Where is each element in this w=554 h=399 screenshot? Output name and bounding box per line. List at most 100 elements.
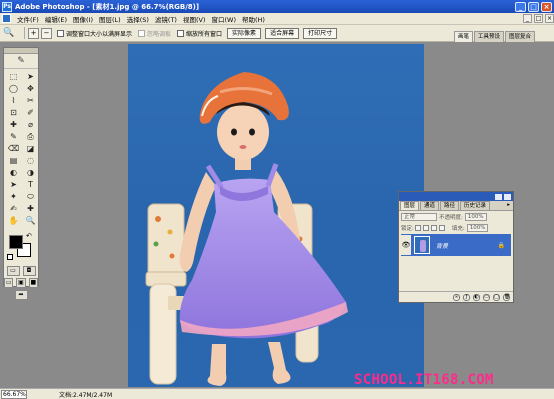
palette-menu-arrow-icon[interactable]: ▸ bbox=[504, 201, 513, 210]
menu-help[interactable]: 帮助(H) bbox=[239, 14, 268, 24]
resize-windows-checkbox[interactable]: 调整窗口大小以满屏显示 bbox=[57, 29, 132, 38]
ignore-palettes-checkbox[interactable]: 忽略调板 bbox=[138, 29, 171, 38]
lock-position-icon[interactable] bbox=[430, 224, 437, 231]
menu-file[interactable]: 文件(F) bbox=[14, 14, 42, 24]
actual-pixels-button[interactable]: 实际像素 bbox=[227, 27, 262, 39]
zoom-tool-icon[interactable]: 🔍 bbox=[3, 27, 21, 39]
gradient-tool-icon[interactable]: ◪ bbox=[23, 143, 38, 154]
edit-modes: ▭ ◘ bbox=[4, 266, 38, 276]
toolbox: ✎ ⬚ ➤ ◯ ✥ ⌇ ✂ ⊡ ✐ ✚ ⌀ ✎ ⎙ ⌫ ◪ ▤ ◌ ◐ ◑ ➤ T ✦ ⬭ ✍ ✚ ✋ 🔍 ↶ ▭ ◘ ▭ ▣ ■… bbox=[3, 47, 39, 300]
doc-close-button[interactable]: × bbox=[545, 14, 554, 23]
lock-image-icon[interactable] bbox=[422, 224, 429, 231]
checkbox-box[interactable] bbox=[138, 29, 146, 37]
zoom-in-button[interactable]: + bbox=[28, 27, 39, 39]
layer-style-icon[interactable]: ƒ bbox=[463, 293, 470, 301]
crop-tool-icon[interactable]: ⌇ bbox=[6, 95, 21, 106]
zoom-out-button[interactable]: − bbox=[41, 27, 52, 39]
link-layers-icon[interactable]: ∞ bbox=[453, 293, 460, 301]
move-tool-icon[interactable]: ➤ bbox=[23, 71, 38, 82]
imageready-icon[interactable]: ➦ bbox=[14, 290, 28, 300]
document-icon[interactable] bbox=[2, 14, 11, 23]
lock-all-icon[interactable] bbox=[438, 224, 445, 231]
slice-tool-icon[interactable]: ✂ bbox=[23, 95, 38, 106]
layer-thumbnail bbox=[414, 236, 430, 254]
palette-well-tab-brushes[interactable]: 画笔 bbox=[454, 31, 474, 42]
standard-screen-icon[interactable]: ▭ bbox=[4, 278, 14, 288]
healing-brush-tool-icon[interactable]: ⊡ bbox=[6, 107, 21, 118]
default-colors-icon[interactable] bbox=[7, 254, 13, 260]
minimize-button[interactable]: _ bbox=[515, 1, 526, 12]
shape-tool-icon[interactable]: ⬭ bbox=[23, 191, 38, 202]
full-screen-icon[interactable]: ■ bbox=[28, 278, 38, 288]
lasso-tool-icon[interactable]: ◯ bbox=[6, 83, 21, 94]
menu-filter[interactable]: 滤镜(T) bbox=[152, 14, 180, 24]
fill-input[interactable]: 100% bbox=[466, 223, 489, 232]
magic-wand-tool-icon[interactable]: ✥ bbox=[23, 83, 38, 94]
palette-close-button[interactable] bbox=[504, 193, 511, 200]
zoom-level-input[interactable]: 66.67% bbox=[1, 389, 27, 399]
history-brush-tool-icon[interactable]: ⌀ bbox=[23, 119, 38, 130]
checkbox-box[interactable] bbox=[177, 29, 185, 37]
checkbox-box[interactable] bbox=[57, 29, 64, 37]
adjustment-layer-icon[interactable]: ◐ bbox=[473, 293, 480, 301]
path-selection-tool-icon[interactable]: ➤ bbox=[6, 179, 21, 190]
menu-window[interactable]: 窗口(W) bbox=[208, 14, 239, 24]
clone-stamp-tool-icon[interactable]: ✚ bbox=[6, 119, 21, 130]
tab-layers[interactable]: 图层 bbox=[400, 201, 420, 210]
pencil-tool-icon[interactable]: ✎ bbox=[6, 131, 21, 142]
hand-tool-icon[interactable]: ✋ bbox=[6, 215, 21, 226]
menu-edit[interactable]: 编辑(E) bbox=[42, 14, 70, 24]
menu-select[interactable]: 选择(S) bbox=[124, 14, 152, 24]
tab-channels[interactable]: 通道 bbox=[420, 201, 440, 210]
foreground-color-swatch[interactable] bbox=[9, 235, 23, 249]
marquee-tool-icon[interactable]: ⬚ bbox=[6, 71, 21, 82]
palette-well-tab-tool-presets[interactable]: 工具预设 bbox=[474, 31, 505, 42]
palette-header[interactable] bbox=[399, 192, 513, 201]
delete-layer-icon[interactable]: 🗑 bbox=[503, 293, 510, 301]
tab-history[interactable]: 历史记录 bbox=[460, 201, 491, 210]
photoshop-app-icon: Ps bbox=[2, 1, 12, 12]
doc-restore-button[interactable]: □ bbox=[534, 14, 543, 23]
palette-minimize-button[interactable] bbox=[495, 193, 502, 200]
close-button[interactable]: × bbox=[541, 1, 552, 12]
feather-icon[interactable]: ✎ bbox=[4, 54, 38, 69]
notes-tool-icon[interactable]: ✍ bbox=[6, 203, 21, 214]
restore-button[interactable]: □ bbox=[528, 1, 539, 12]
visibility-eye-icon[interactable]: 👁 bbox=[401, 235, 411, 255]
zoom-all-windows-checkbox[interactable]: 缩放所有窗口 bbox=[177, 29, 222, 38]
blur-tool-icon[interactable]: ◌ bbox=[23, 155, 38, 166]
opacity-input[interactable]: 100% bbox=[464, 212, 487, 221]
palette-well-tab-layer-comps[interactable]: 图层复合 bbox=[505, 31, 536, 42]
swap-colors-icon[interactable]: ↶ bbox=[26, 232, 32, 240]
mouth bbox=[239, 145, 247, 149]
layer-row-background[interactable]: 👁 背景 🔒 bbox=[401, 234, 511, 256]
new-layer-icon[interactable]: ▢ bbox=[493, 293, 500, 301]
paint-bucket-tool-icon[interactable]: ▤ bbox=[6, 155, 21, 166]
doc-minimize-button[interactable]: _ bbox=[523, 14, 532, 23]
fit-screen-button[interactable]: 适合屏幕 bbox=[265, 27, 300, 39]
eyedropper-tool-icon[interactable]: ✚ bbox=[23, 203, 38, 214]
layers-footer: ∞ ƒ ◐ ▭ ▢ 🗑 bbox=[399, 291, 513, 302]
pen-tool-icon[interactable]: ✦ bbox=[6, 191, 21, 202]
menu-layer[interactable]: 图层(L) bbox=[96, 14, 124, 24]
new-group-icon[interactable]: ▭ bbox=[483, 293, 490, 301]
stamp-tool-icon[interactable]: ⎙ bbox=[23, 131, 38, 142]
blend-mode-select[interactable]: 正常 bbox=[401, 212, 437, 221]
menu-bar: 文件(F) 编辑(E) 图像(I) 图层(L) 选择(S) 滤镜(T) 视图(V… bbox=[0, 13, 554, 25]
type-tool-icon[interactable]: T bbox=[23, 179, 38, 190]
lock-transparency-icon[interactable] bbox=[414, 224, 421, 231]
standard-mode-icon[interactable]: ▭ bbox=[6, 266, 20, 276]
menu-image[interactable]: 图像(I) bbox=[70, 14, 96, 24]
document-canvas[interactable] bbox=[128, 44, 424, 387]
quick-mask-icon[interactable]: ◘ bbox=[22, 266, 36, 276]
window-title: Adobe Photoshop - [素材1.jpg @ 66.7%(RGB/8… bbox=[15, 2, 200, 11]
brush-tool-icon[interactable]: ✐ bbox=[23, 107, 38, 118]
tab-paths[interactable]: 路径 bbox=[440, 201, 460, 210]
eraser-tool-icon[interactable]: ⌫ bbox=[6, 143, 21, 154]
full-screen-menu-icon[interactable]: ▣ bbox=[16, 278, 26, 288]
dodge-tool-icon[interactable]: ◐ bbox=[6, 167, 21, 178]
zoom-tool-icon[interactable]: 🔍 bbox=[23, 215, 38, 226]
print-size-button[interactable]: 打印尺寸 bbox=[303, 27, 338, 39]
menu-view[interactable]: 视图(V) bbox=[180, 14, 209, 24]
burn-tool-icon[interactable]: ◑ bbox=[23, 167, 38, 178]
